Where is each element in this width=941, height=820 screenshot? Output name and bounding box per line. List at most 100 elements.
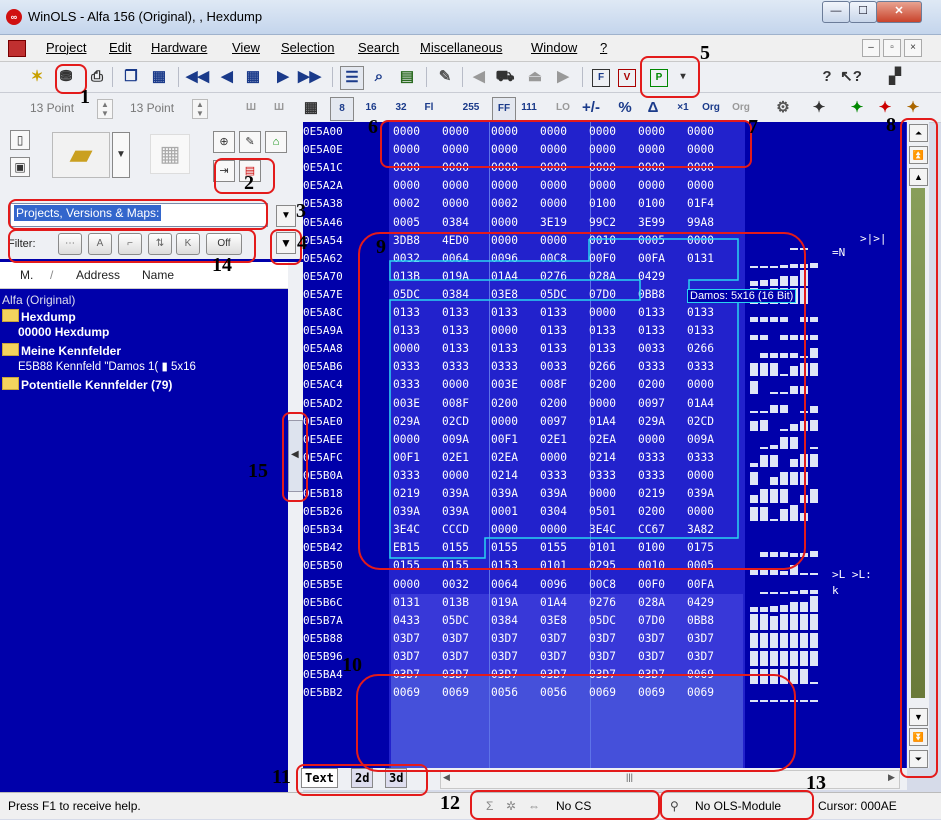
combo-dropdown-button[interactable]: ▼ [276, 205, 296, 227]
col-name[interactable]: Name [142, 268, 174, 282]
list-icon[interactable]: ☰ [340, 66, 364, 90]
wand2-icon[interactable]: ✦ [846, 97, 868, 119]
tree-hexdump-item[interactable]: 00000 Hexdump [18, 325, 109, 339]
hex-cell[interactable]: 0000 [442, 197, 491, 210]
hex-cell[interactable]: 3E19 [540, 216, 589, 229]
hex-address[interactable]: 0E5AEE [303, 433, 343, 446]
float-icon[interactable]: Fl [418, 97, 440, 119]
hex-cell[interactable]: 03D7 [491, 650, 540, 663]
open-folder-icon[interactable]: ▰ [52, 132, 110, 178]
menu-project[interactable]: Project [46, 40, 86, 55]
menu-search[interactable]: Search [358, 40, 399, 55]
hex-address[interactable]: 0E5A0E [303, 143, 343, 156]
tools-icon[interactable]: ✎ [434, 66, 456, 88]
dec-icon[interactable]: 255 [460, 97, 482, 119]
hex-cell[interactable]: 03D7 [491, 632, 540, 645]
hex-cell[interactable]: 0100 [589, 197, 638, 210]
hex-address[interactable]: 0E5A2A [303, 179, 343, 192]
hex-address[interactable]: 0E5A62 [303, 252, 343, 265]
first-icon[interactable]: ◀◀ [186, 66, 209, 88]
hex-address[interactable]: 0E5B7A [303, 614, 343, 627]
hex-address[interactable]: 0E5B26 [303, 505, 343, 518]
hex-cell[interactable]: 0276 [589, 596, 638, 609]
hex-cell[interactable]: 0096 [540, 578, 589, 591]
save-icon[interactable]: ▣ [10, 157, 30, 177]
help-icon[interactable]: ? [816, 66, 838, 88]
grid-view-icon[interactable]: ▦ [300, 97, 322, 119]
w2-icon[interactable]: Ш [268, 97, 290, 119]
prev-icon[interactable]: ◀ [216, 66, 238, 88]
hex-address[interactable]: 0E5B18 [303, 487, 343, 500]
hex-cell[interactable]: 0000 [687, 179, 736, 192]
hex-cell[interactable]: 0433 [393, 614, 442, 627]
properties-icon[interactable]: ✎ [239, 131, 261, 153]
mdi-minimize-button[interactable]: – [862, 39, 880, 57]
add-version-icon[interactable]: ⊕ [213, 131, 235, 153]
new-project-icon[interactable]: ▯ [10, 130, 30, 150]
maximize-button[interactable]: ☐ [849, 1, 877, 23]
font-size-spinner-2[interactable]: ▲ ▼ [192, 99, 208, 119]
menu-help[interactable]: ? [600, 40, 607, 55]
window-icon[interactable]: ❐ [120, 66, 142, 88]
hex-cell[interactable]: 0131 [393, 596, 442, 609]
hex-address[interactable]: 0E5A38 [303, 197, 343, 210]
hex-address[interactable]: 0E5BA4 [303, 668, 343, 681]
hex-cell[interactable]: 03D7 [540, 632, 589, 645]
hex-cell[interactable]: 03D7 [589, 650, 638, 663]
hex-address[interactable]: 0E5A8C [303, 306, 343, 319]
hex-cell[interactable]: 03D7 [393, 650, 442, 663]
hex-cell[interactable]: 03D7 [687, 650, 736, 663]
col-address[interactable]: Address [76, 268, 120, 282]
tree-potentielle-folder[interactable]: Potentielle Kennfelder (79) [2, 377, 172, 392]
hex-cell[interactable]: 03D7 [638, 632, 687, 645]
hex-cell[interactable]: 019A [491, 596, 540, 609]
hex-cell[interactable]: 0000 [393, 179, 442, 192]
hex-cell[interactable]: 03D7 [638, 650, 687, 663]
wand4-icon[interactable]: ✦ [902, 97, 924, 119]
original-icon[interactable]: Org [700, 97, 722, 119]
import-icon[interactable]: ▦ [150, 134, 190, 174]
close-button[interactable]: ✕ [876, 1, 922, 23]
hex-address[interactable]: 0E5B0A [303, 469, 343, 482]
plugin-icon[interactable]: ⚙ [772, 97, 794, 119]
lohi-icon[interactable]: LO HI [552, 97, 574, 135]
hex-cell[interactable]: 03D7 [442, 650, 491, 663]
hex-cell[interactable]: 99A8 [687, 216, 736, 229]
compare-icon[interactable]: ▦ [148, 66, 170, 88]
hex-cell[interactable]: 0BB8 [687, 614, 736, 627]
hex-address[interactable]: 0E5A00 [303, 125, 343, 138]
factor-icon[interactable]: ×1 [672, 97, 694, 119]
hex-cell[interactable]: 00C8 [589, 578, 638, 591]
hex-address[interactable]: 0E5A46 [303, 216, 343, 229]
hex-cell[interactable]: 07D0 [638, 614, 687, 627]
hex-cell[interactable]: 0100 [638, 197, 687, 210]
forward-icon[interactable]: ▶ [552, 66, 574, 88]
hex-cell[interactable]: 0032 [442, 578, 491, 591]
hex-cell[interactable]: 03D7 [687, 632, 736, 645]
hex-cell[interactable]: 3E99 [638, 216, 687, 229]
hex-cell[interactable]: 01A4 [540, 596, 589, 609]
menu-edit[interactable]: Edit [109, 40, 131, 55]
hex-address[interactable]: 0E5AA8 [303, 342, 343, 355]
hex-cell[interactable]: 0005 [393, 216, 442, 229]
hex-cell[interactable]: 0000 [491, 179, 540, 192]
col-m[interactable]: M. [20, 268, 33, 282]
menu-view[interactable]: View [232, 40, 260, 55]
hex-address[interactable]: 0E5BB2 [303, 686, 343, 699]
hex-cell[interactable]: 0000 [491, 216, 540, 229]
hex-address[interactable]: 0E5A9A [303, 324, 343, 337]
hex-cell[interactable]: 05DC [589, 614, 638, 627]
hex-cell[interactable]: 03D7 [393, 632, 442, 645]
w-icon[interactable]: Ш [240, 97, 262, 119]
percent-icon[interactable]: % [614, 97, 636, 119]
hex-cell[interactable]: 0384 [442, 216, 491, 229]
menu-window[interactable]: Window [531, 40, 577, 55]
print-icon[interactable]: ⎙ [86, 66, 108, 88]
hex-address[interactable]: 0E5B50 [303, 559, 343, 572]
mdi-close-button[interactable]: × [904, 39, 922, 57]
open-dropdown-icon[interactable]: ▼ [112, 132, 130, 178]
hex-cell[interactable]: 00F0 [638, 578, 687, 591]
chart-icon[interactable]: ▞ [884, 66, 906, 88]
hex-address[interactable]: 0E5B88 [303, 632, 343, 645]
hex-cell[interactable]: 0000 [589, 179, 638, 192]
